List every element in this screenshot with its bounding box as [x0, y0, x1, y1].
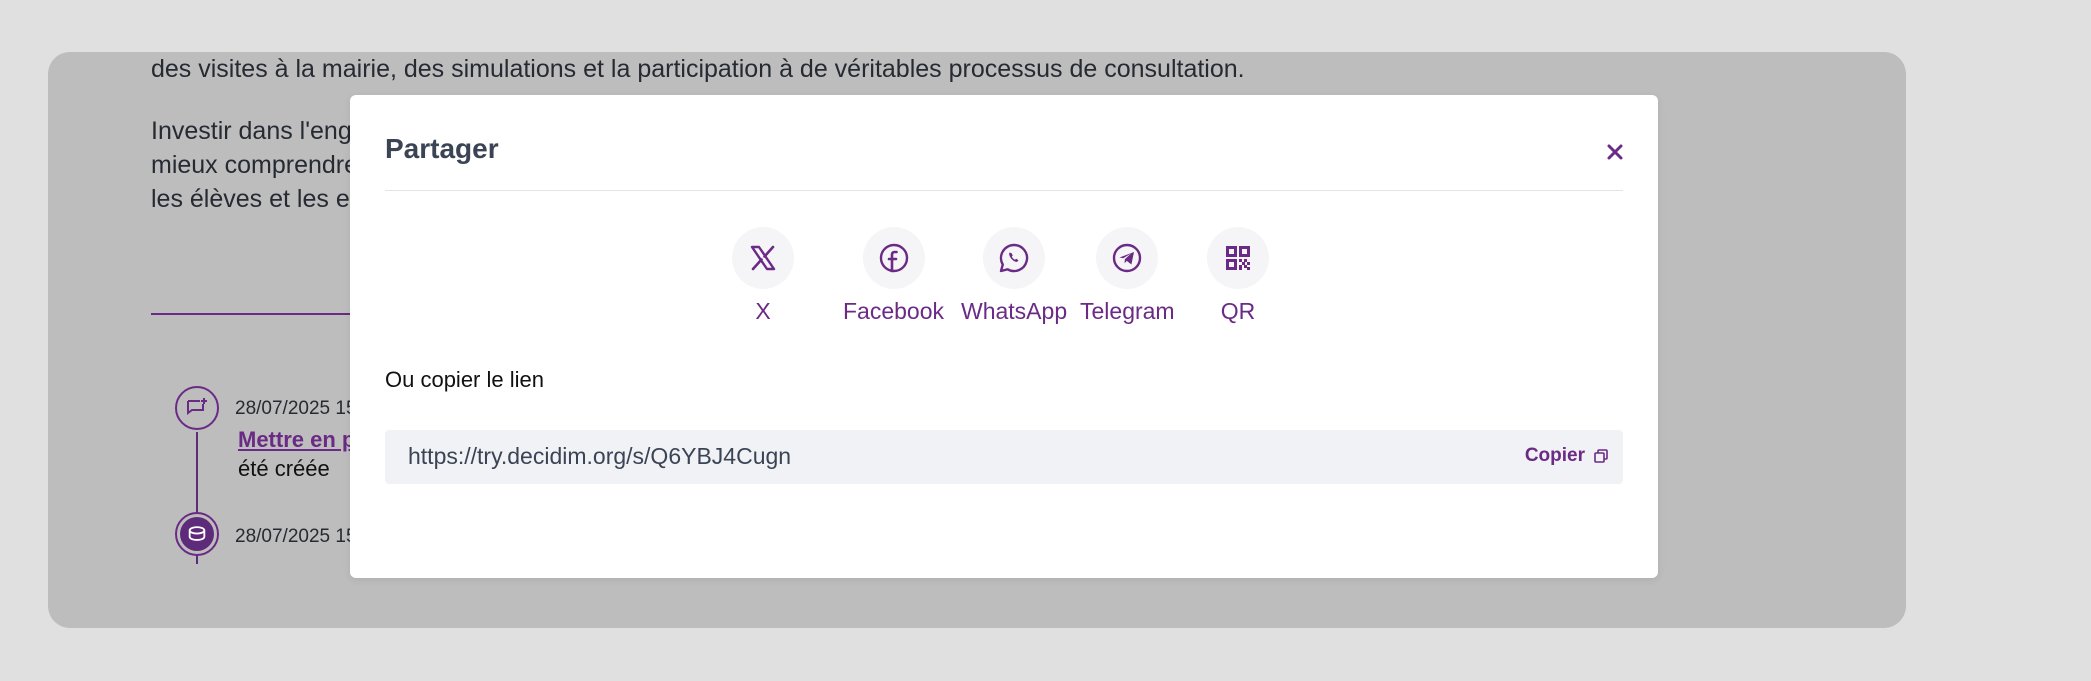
- timeline-marker: [175, 512, 219, 556]
- share-modal: Partager X Facebook WhatsApp Telegram QR…: [350, 95, 1658, 578]
- copy-icon: [1594, 449, 1608, 463]
- copy-label: Copier: [1524, 445, 1585, 466]
- facebook-icon: [879, 243, 908, 273]
- timeline-marker: [175, 386, 219, 430]
- qr-code-icon: [1226, 246, 1250, 270]
- share-telegram-button[interactable]: Telegram: [1080, 227, 1175, 325]
- whatsapp-icon: [999, 243, 1029, 273]
- share-label: Telegram: [1080, 298, 1175, 324]
- body-paragraph: Investir dans l'eng mieux comprendre les…: [151, 114, 364, 216]
- share-whatsapp-button[interactable]: WhatsApp: [961, 227, 1067, 325]
- paragraph-line: les élèves et les en: [151, 185, 364, 213]
- timeline-text: été créée: [238, 456, 330, 481]
- share-label: WhatsApp: [961, 298, 1068, 324]
- coins-icon: [188, 526, 206, 541]
- share-url[interactable]: https://try.decidim.org/s/Q6YBJ4Cugn: [408, 443, 791, 470]
- paragraph-line: mieux comprendre: [151, 151, 359, 179]
- share-facebook-button[interactable]: Facebook: [843, 227, 944, 325]
- comment-plus-icon: [187, 398, 207, 415]
- telegram-icon: [1113, 243, 1142, 273]
- modal-separator: [385, 190, 1623, 191]
- x-logo-icon: [750, 245, 776, 271]
- close-button[interactable]: [1600, 137, 1630, 167]
- share-label: Facebook: [843, 298, 945, 324]
- share-label: X: [755, 298, 771, 324]
- share-x-button[interactable]: X: [732, 227, 794, 325]
- timeline-date: 28/07/2025 15: [235, 526, 357, 547]
- paragraph-line: Investir dans l'eng: [151, 117, 352, 145]
- timeline-date: 28/07/2025 15: [235, 398, 357, 419]
- share-link-field[interactable]: https://try.decidim.org/s/Q6YBJ4Cugn Cop…: [385, 430, 1623, 484]
- modal-title: Partager: [385, 133, 499, 164]
- share-qr-button[interactable]: QR: [1207, 227, 1269, 325]
- close-icon: [1607, 144, 1623, 160]
- body-text-line: des visites à la mairie, des simulations…: [151, 55, 1245, 83]
- copy-link-heading: Ou copier le lien: [385, 367, 544, 392]
- share-label: QR: [1220, 298, 1256, 324]
- copy-button[interactable]: Copier: [1525, 445, 1609, 467]
- timeline-link[interactable]: Mettre en p: [238, 427, 355, 453]
